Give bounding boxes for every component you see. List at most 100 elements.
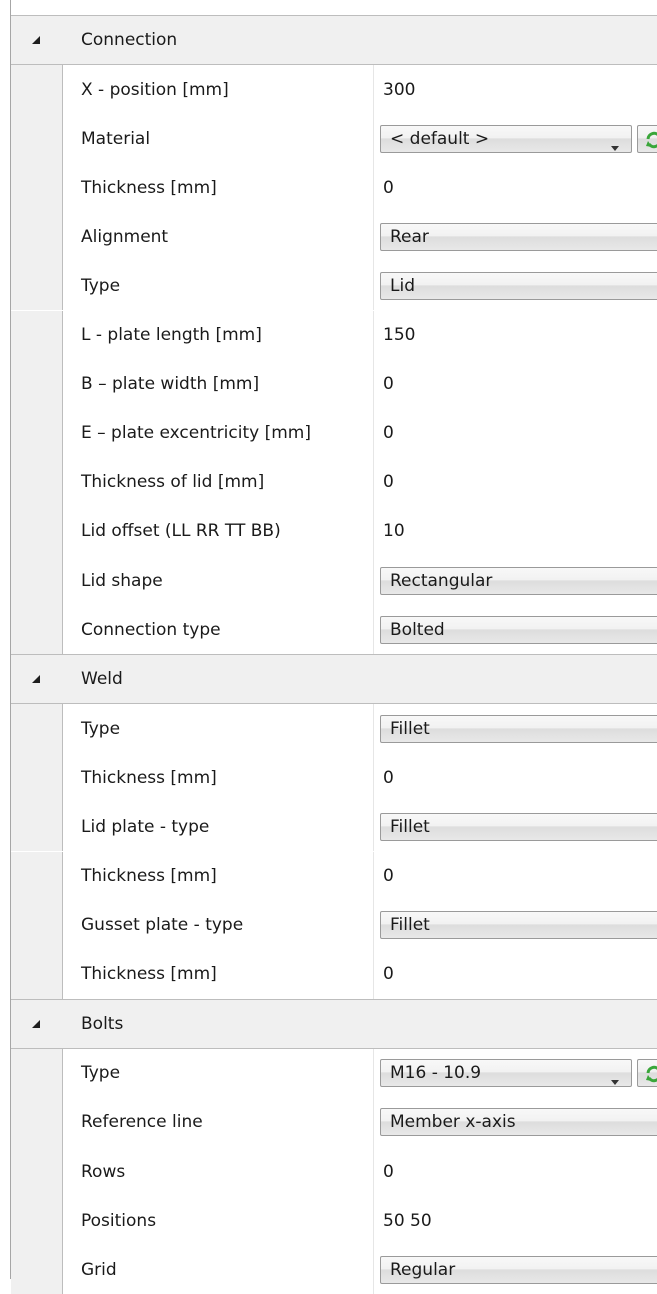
column-divider [373,1097,374,1147]
row-gutter [11,310,63,360]
property-dropdown[interactable]: < default > [380,124,632,153]
property-label: Thickness of lid [mm] [81,472,265,493]
property-label: Type [81,1063,121,1084]
property-value-field[interactable]: 0 [383,472,394,492]
row-gutter [11,408,63,458]
property-row-connection-l-plate-length-mm: L - plate length [mm] 150 [11,310,657,360]
column-divider [373,704,374,754]
row-gutter [11,1097,63,1147]
column-divider [373,114,374,164]
property-row-connection-type: Type Lid [11,261,657,311]
property-row-connection-lid-shape: Lid shape Rectangular [11,556,657,606]
grid-top-strip [10,0,657,15]
property-dropdown[interactable]: Lid [380,271,657,300]
property-value-field[interactable]: 0 [383,423,394,443]
property-label: Lid offset (LL RR TT BB) [81,521,281,542]
property-value-field[interactable]: 0 [383,964,394,984]
property-value-field[interactable]: 0 [383,178,394,198]
collapse-triangle-icon[interactable] [11,655,63,703]
row-gutter [11,1245,63,1294]
dropdown-selected-value: Regular [390,1259,456,1280]
refresh-button[interactable] [637,124,657,153]
column-divider [373,163,374,213]
property-label: Material [81,128,151,149]
property-dropdown[interactable]: Rectangular [380,566,657,595]
dropdown-selected-value: Fillet [390,915,430,936]
property-label: Thickness [mm] [81,866,217,887]
collapse-triangle-icon[interactable] [11,16,63,64]
category-row-bolts[interactable]: Bolts [11,998,657,1049]
property-grid: Connection X - position [mm] 300 Material < … [0,0,657,1294]
property-label: L - plate length [mm] [81,325,262,346]
property-label: Positions [81,1210,157,1231]
row-gutter [11,851,63,901]
property-label: Alignment [81,226,169,247]
property-dropdown[interactable]: Fillet [380,911,657,940]
column-divider [373,605,374,655]
property-value-field[interactable]: 50 50 [383,1211,432,1231]
property-row-connection-connection-type: Connection type Bolted [11,605,657,655]
property-value-field[interactable]: 150 [383,325,415,345]
column-divider [373,65,374,115]
property-label: Type [81,718,121,739]
property-row-weld-gusset-plate-type: Gusset plate - type Fillet [11,900,657,950]
property-value-field[interactable]: 300 [383,80,415,100]
property-value-field[interactable]: 0 [383,1162,394,1182]
property-dropdown[interactable]: Regular [380,1255,657,1284]
column-divider [373,851,374,901]
row-gutter [11,506,63,556]
property-row-connection-lid-offset-ll-rr-tt-bb: Lid offset (LL RR TT BB) 10 [11,506,657,556]
dropdown-selected-value: Bolted [390,619,445,640]
refresh-button[interactable] [637,1059,657,1088]
chevron-down-icon [611,1070,619,1086]
column-divider [373,753,374,803]
property-row-weld-thickness-mm: Thickness [mm] 0 [11,949,657,999]
property-label: Lid plate - type [81,816,210,837]
property-dropdown[interactable]: Member x-axis [380,1108,657,1137]
property-value-field[interactable]: 0 [383,374,394,394]
dropdown-selected-value: Fillet [390,718,430,739]
row-gutter [11,65,63,115]
property-value-field[interactable]: 0 [383,768,394,788]
property-dropdown[interactable]: Bolted [380,615,657,644]
row-gutter [11,261,63,311]
collapse-triangle-icon[interactable] [11,1000,63,1048]
column-divider [373,212,374,262]
column-divider [373,802,374,852]
property-row-weld-thickness-mm: Thickness [mm] 0 [11,851,657,901]
property-dropdown[interactable]: M16 - 10.9 [380,1059,632,1088]
property-dropdown[interactable]: Fillet [380,714,657,743]
row-gutter [11,802,63,852]
category-row-weld[interactable]: Weld [11,654,657,705]
row-gutter [11,1196,63,1246]
column-divider [373,457,374,507]
row-gutter [11,1048,63,1098]
property-row-connection-material: Material < default > [11,114,657,164]
row-gutter [11,900,63,950]
property-row-bolts-grid: Grid Regular [11,1245,657,1294]
dropdown-selected-value: Member x-axis [390,1112,516,1133]
row-gutter [11,556,63,606]
row-gutter [11,163,63,213]
row-gutter [11,704,63,754]
property-label: X - position [mm] [81,79,229,100]
property-label: Lid shape [81,570,163,591]
property-row-connection-e-plate-excentricity-mm: E – plate excentricity [mm] 0 [11,408,657,458]
property-dropdown[interactable]: Fillet [380,812,657,841]
chevron-down-icon [611,136,619,152]
property-dropdown[interactable]: Rear [380,222,657,251]
row-gutter [11,1147,63,1197]
category-row-connection[interactable]: Connection [11,15,657,65]
property-value-field[interactable]: 10 [383,521,405,541]
dropdown-selected-value: Rectangular [390,570,493,591]
dropdown-selected-value: Rear [390,226,429,247]
property-label: Connection type [81,619,221,640]
property-row-bolts-positions: Positions 50 50 [11,1196,657,1246]
column-divider [373,408,374,458]
property-label: Thickness [mm] [81,964,217,985]
dropdown-selected-value: Fillet [390,816,430,837]
category-label-connection: Connection [81,30,178,50]
property-label: Gusset plate - type [81,915,244,936]
property-value-field[interactable]: 0 [383,866,394,886]
column-divider [373,949,374,999]
